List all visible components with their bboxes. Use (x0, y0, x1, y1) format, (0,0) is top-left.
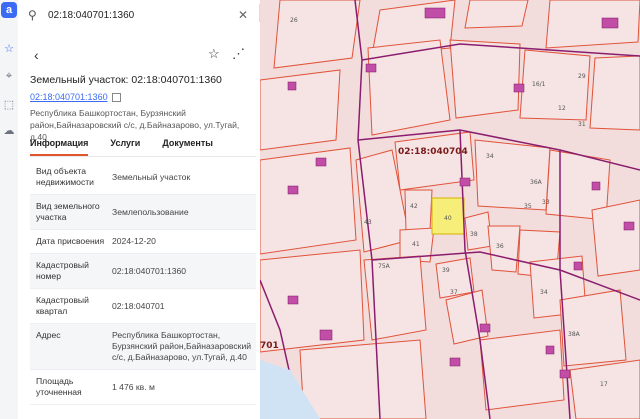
row-value: Земельный участок (112, 171, 191, 182)
parcel-label: 38 (470, 231, 478, 238)
row-key: Вид объекта недвижимости (36, 166, 94, 187)
search-input[interactable]: 02:18:040701:1360 (42, 10, 236, 21)
pin-icon[interactable]: ⌖ (1, 68, 17, 84)
share-button[interactable]: ⋰ (232, 46, 245, 62)
parcel-label: 40 (444, 215, 452, 222)
page-title: Земельный участок: 02:18:040701:1360 (30, 74, 222, 86)
back-button[interactable]: ‹ (34, 47, 39, 63)
parcel-label: 17 (600, 381, 608, 388)
row-key: Адрес (36, 330, 61, 340)
parcel-label: 34 (540, 289, 548, 296)
info-panel: ⚲ 02:18:040701:1360 ✕ ‹ ☆ ⋰ Земельный уч… (18, 0, 261, 419)
table-row: Кадастровый квартал 02:18:040701 (30, 289, 256, 324)
tab-services[interactable]: Услуги (110, 138, 140, 156)
parcel-label: 35 (524, 203, 532, 210)
row-key: Дата присвоения (36, 236, 105, 246)
row-value: 02:18:040701:1360 (112, 265, 187, 276)
favorites-icon[interactable]: ☆ (1, 40, 17, 56)
cadastral-link[interactable]: 02:18:040701:1360 (30, 92, 121, 103)
favorite-button[interactable]: ☆ (208, 46, 220, 62)
tab-bar: Информация Услуги Документы (30, 138, 256, 157)
info-table: Вид объекта недвижимости Земельный участо… (30, 160, 256, 405)
parcel-label: 43 (364, 219, 372, 226)
cloud-icon[interactable]: ☁ (1, 122, 17, 138)
parcel-label: 33 (542, 199, 550, 206)
left-rail: a ☆ ⌖ ⬚ ☁ (0, 0, 19, 419)
map-canvas[interactable]: 02:18:040704 701 26 29 16/1 12 31 34 36А… (260, 0, 640, 419)
quarter-label: 02:18:040704 (398, 147, 468, 157)
row-key: Площадь уточненная (36, 376, 82, 397)
parcel-label: 29 (578, 73, 586, 80)
search-icon: ⚲ (28, 8, 37, 22)
parcel-label: 16/1 (532, 81, 546, 88)
row-value: Землепользование (112, 206, 189, 217)
row-key: Кадастровый квартал (36, 295, 89, 316)
table-row: Вид объекта недвижимости Земельный участо… (30, 160, 256, 195)
row-key: Вид земельного участка (36, 201, 100, 222)
app-logo[interactable]: a (1, 2, 17, 18)
table-row: Площадь уточненная 1 476 кв. м (30, 370, 256, 405)
cadastral-link-text[interactable]: 02:18:040701:1360 (30, 92, 108, 102)
parcel-label: 36А (530, 179, 543, 186)
parcel-label: 38А (568, 331, 581, 338)
search-bar[interactable]: ⚲ 02:18:040701:1360 ✕ (28, 5, 250, 25)
row-value: 2024-12-20 (112, 236, 156, 246)
parcel-label: 42 (410, 203, 418, 210)
parcel-label: 34 (486, 153, 494, 160)
parcel-label: 37 (450, 289, 458, 296)
tab-documents[interactable]: Документы (162, 138, 213, 156)
copy-icon[interactable] (111, 93, 121, 103)
parcel-label: 12 (558, 105, 566, 112)
tab-info[interactable]: Информация (30, 138, 89, 156)
parcel-label: 75А (378, 263, 391, 270)
close-icon[interactable]: ✕ (236, 8, 250, 22)
table-row: Адрес Республика Башкортостан, Бурзянский… (30, 324, 256, 370)
cadastral-map[interactable]: 02:18:040704 701 26 29 16/1 12 31 34 36А… (260, 0, 640, 419)
parcel-label: 39 (442, 267, 450, 274)
parcel-label: 36 (496, 243, 504, 250)
parcel-label: 31 (578, 121, 586, 128)
parcel-label: 41 (412, 241, 420, 248)
parcel-label: 26 (290, 17, 298, 24)
table-row: Кадастровый номер 02:18:040701:1360 (30, 254, 256, 289)
row-value: Республика Башкортостан, Бурзянский райо… (112, 330, 252, 362)
table-row: Дата присвоения 2024-12-20 (30, 230, 256, 254)
row-value: 02:18:040701 (112, 300, 165, 311)
table-row: Вид земельного участка Землепользование (30, 195, 256, 230)
select-area-icon[interactable]: ⬚ (1, 96, 17, 112)
row-value: 1 476 кв. м (112, 381, 155, 392)
row-key: Кадастровый номер (36, 260, 89, 281)
quarter-label-left: 701 (260, 341, 279, 351)
